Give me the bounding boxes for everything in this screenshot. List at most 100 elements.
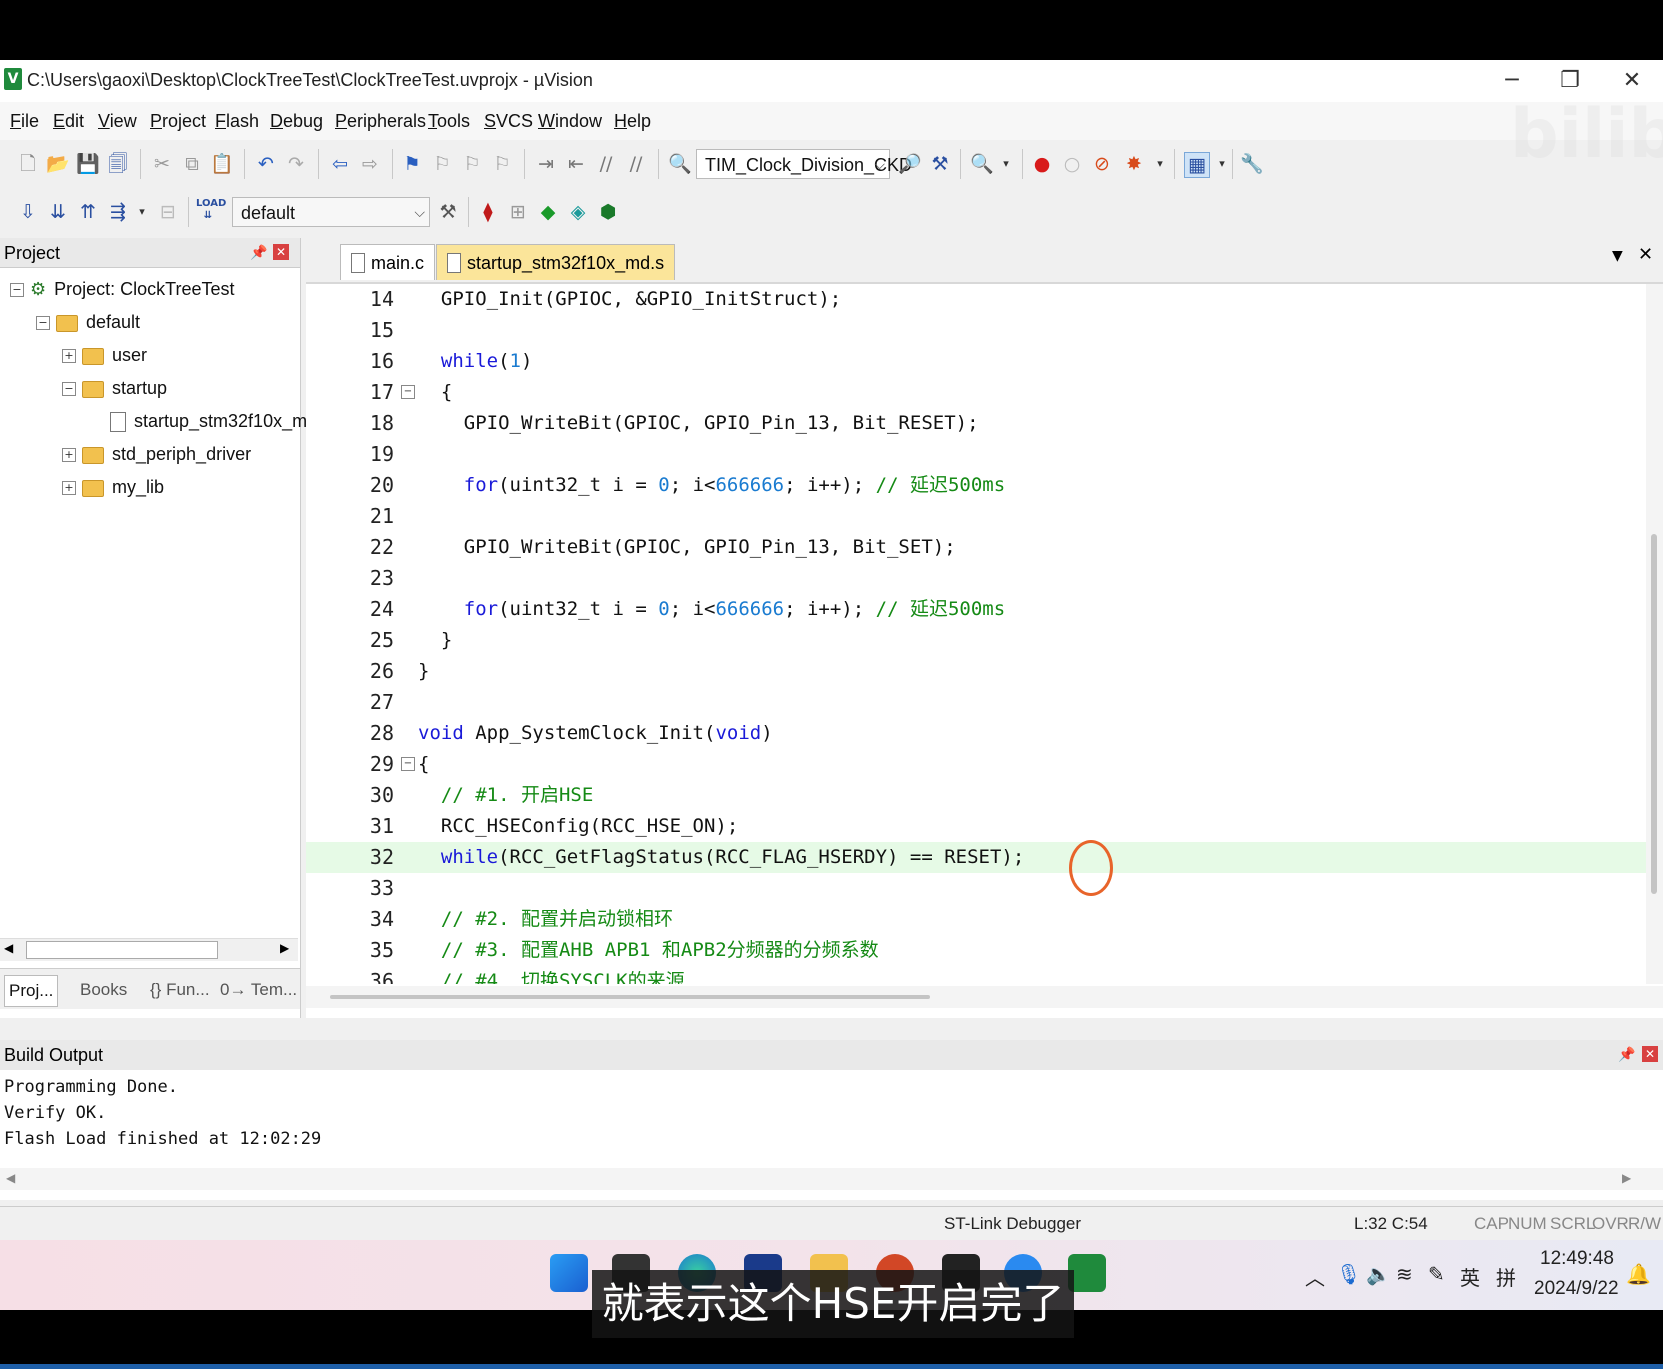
- menu-tools[interactable]: Tools: [428, 111, 470, 132]
- collapse-icon[interactable]: −: [36, 316, 50, 331]
- prev-bookmark-icon[interactable]: ⚐: [430, 152, 454, 176]
- code-line[interactable]: 26}: [306, 656, 1646, 687]
- comment-icon[interactable]: //: [594, 152, 618, 176]
- fold-toggle-icon[interactable]: −: [401, 385, 415, 399]
- code-line[interactable]: 15: [306, 315, 1646, 346]
- scrollbar-thumb[interactable]: [1651, 534, 1657, 894]
- code-line[interactable]: 25 }: [306, 625, 1646, 656]
- minimize-button[interactable]: ─: [1492, 66, 1532, 96]
- find-icon[interactable]: 🔎: [898, 152, 922, 176]
- breakpoint-icon[interactable]: ●: [1030, 152, 1054, 176]
- scroll-right-icon[interactable]: ▶: [1622, 1171, 1631, 1185]
- menu-flash[interactable]: Flash: [215, 111, 259, 132]
- incremental-find-icon[interactable]: ⚒: [928, 152, 952, 176]
- code-line[interactable]: 19: [306, 439, 1646, 470]
- code-line[interactable]: 17− {: [306, 377, 1646, 408]
- tree-item-group-my-lib[interactable]: + my_lib: [62, 472, 164, 502]
- code-line[interactable]: 21: [306, 501, 1646, 532]
- find-in-files-icon[interactable]: 🔍: [668, 152, 692, 176]
- editor-hscrollbar[interactable]: [306, 986, 1663, 1008]
- batch-build-icon[interactable]: ⇶: [106, 200, 130, 224]
- chevron-down-icon[interactable]: ⌵: [414, 198, 425, 228]
- menu-help[interactable]: Help: [614, 111, 651, 132]
- scrollbar-thumb[interactable]: [26, 941, 218, 959]
- pack-installer-icon[interactable]: ⬢: [596, 200, 620, 224]
- menu-project[interactable]: Project: [150, 111, 206, 132]
- close-button[interactable]: ✕: [1612, 66, 1652, 96]
- load-icon[interactable]: LOAD ⇊: [196, 198, 226, 222]
- tab-list-chevron-icon[interactable]: ▼: [1612, 248, 1623, 264]
- stop-build-icon[interactable]: ⊟: [156, 200, 180, 224]
- expand-icon[interactable]: +: [62, 349, 76, 364]
- fold-toggle-icon[interactable]: −: [401, 757, 415, 771]
- tree-item-group-startup[interactable]: − startup: [62, 373, 167, 403]
- code-line[interactable]: 29−{: [306, 749, 1646, 780]
- bookmark-icon[interactable]: ⚑: [400, 152, 424, 176]
- chevron-down-icon[interactable]: ▾: [994, 152, 1018, 176]
- tray-overflow-icon[interactable]: ︿: [1305, 1262, 1325, 1291]
- next-bookmark-icon[interactable]: ⚐: [460, 152, 484, 176]
- close-panel-icon[interactable]: ✕: [273, 244, 289, 260]
- disable-all-breakpoints-icon[interactable]: ⊘: [1090, 152, 1114, 176]
- code-line[interactable]: 14 GPIO_Init(GPIOC, &GPIO_InitStruct);: [306, 284, 1646, 315]
- chevron-down-icon[interactable]: ▾: [1148, 152, 1172, 176]
- taskbar-clock-date[interactable]: 2024/9/22: [1534, 1278, 1619, 1300]
- copy-icon[interactable]: ⧉: [180, 152, 204, 176]
- navigate-forward-icon[interactable]: ⇨: [358, 152, 382, 176]
- cut-icon[interactable]: ✂: [150, 152, 174, 176]
- scroll-left-icon[interactable]: ◀: [4, 941, 13, 955]
- tree-item-group-std-periph[interactable]: + std_periph_driver: [62, 439, 251, 469]
- window-layout-icon[interactable]: ▦: [1184, 152, 1210, 178]
- rebuild-icon[interactable]: ⇈: [76, 200, 100, 224]
- indent-icon[interactable]: ⇥: [534, 152, 558, 176]
- microphone-icon[interactable]: 🎙: [1336, 1262, 1361, 1286]
- chevron-down-icon[interactable]: ▾: [130, 200, 154, 224]
- find-function-combo[interactable]: TIM_Clock_Division_CKD ⌵: [696, 149, 912, 180]
- tab-project[interactable]: Proj...: [4, 975, 59, 1007]
- manage-project-items-icon[interactable]: ⧫: [476, 200, 500, 224]
- undo-icon[interactable]: ↶: [254, 152, 278, 176]
- code-line[interactable]: 30 // #1. 开启HSE: [306, 780, 1646, 811]
- target-select[interactable]: default ⌵: [232, 197, 430, 227]
- tab-main-c[interactable]: main.c: [340, 244, 436, 280]
- menu-debug[interactable]: Debug: [270, 111, 323, 132]
- close-panel-icon[interactable]: ✕: [1642, 1046, 1658, 1062]
- manage-rte-icon[interactable]: ◆: [536, 200, 560, 224]
- tab-functions[interactable]: {} Fun...: [150, 975, 210, 1005]
- code-line[interactable]: 33: [306, 873, 1646, 904]
- code-line[interactable]: 16 while(1): [306, 346, 1646, 377]
- expand-icon[interactable]: +: [62, 448, 76, 463]
- tree-item-file-startup[interactable]: startup_stm32f10x_md.: [110, 406, 322, 436]
- menu-peripherals[interactable]: Peripherals: [335, 111, 426, 132]
- code-view[interactable]: 14 GPIO_Init(GPIOC, &GPIO_InitStruct); 15…: [306, 284, 1646, 984]
- manage-multi-project-icon[interactable]: ⊞: [506, 200, 530, 224]
- pin-icon[interactable]: 📌: [250, 238, 267, 268]
- wifi-icon[interactable]: ≋: [1396, 1262, 1413, 1286]
- code-line[interactable]: 35 // #3. 配置AHB APB1 和APB2分频器的分频系数: [306, 935, 1646, 966]
- code-line[interactable]: 28 void App_SystemClock_Init(void): [306, 718, 1646, 749]
- code-line[interactable]: 34 // #2. 配置并启动锁相环: [306, 904, 1646, 935]
- clear-bookmarks-icon[interactable]: ⚐: [490, 152, 514, 176]
- editor-vscrollbar[interactable]: [1646, 284, 1663, 984]
- tree-item-project[interactable]: − ⚙ Project: ClockTreeTest: [10, 274, 235, 304]
- uncomment-icon[interactable]: //: [624, 152, 648, 176]
- select-software-packs-icon[interactable]: ◈: [566, 200, 590, 224]
- project-hscrollbar[interactable]: ◀ ▶: [0, 938, 298, 961]
- chevron-down-icon[interactable]: ▾: [1210, 152, 1234, 176]
- tab-templates[interactable]: 0→ Tem...: [220, 975, 297, 1005]
- code-line[interactable]: 31 RCC_HSEConfig(RCC_HSE_ON);: [306, 811, 1646, 842]
- scrollbar-thumb[interactable]: [330, 995, 930, 999]
- translate-icon[interactable]: ⇩: [16, 200, 40, 224]
- collapse-icon[interactable]: −: [10, 283, 24, 298]
- maximize-button[interactable]: ❐: [1550, 66, 1590, 96]
- chevron-down-icon[interactable]: ⌵: [874, 150, 885, 180]
- tab-books[interactable]: Books: [80, 975, 127, 1005]
- scroll-right-icon[interactable]: ▶: [280, 941, 289, 955]
- code-line[interactable]: 36 // #4. 切换SYSCLK的来源: [306, 966, 1646, 984]
- menu-edit[interactable]: Edit: [53, 111, 84, 132]
- kill-breakpoints-icon[interactable]: ✸: [1122, 152, 1146, 176]
- configure-icon[interactable]: 🔧: [1240, 152, 1264, 176]
- menu-window[interactable]: Window: [538, 111, 602, 132]
- menu-svcs[interactable]: SVCS: [484, 111, 533, 132]
- menu-view[interactable]: View: [98, 111, 137, 132]
